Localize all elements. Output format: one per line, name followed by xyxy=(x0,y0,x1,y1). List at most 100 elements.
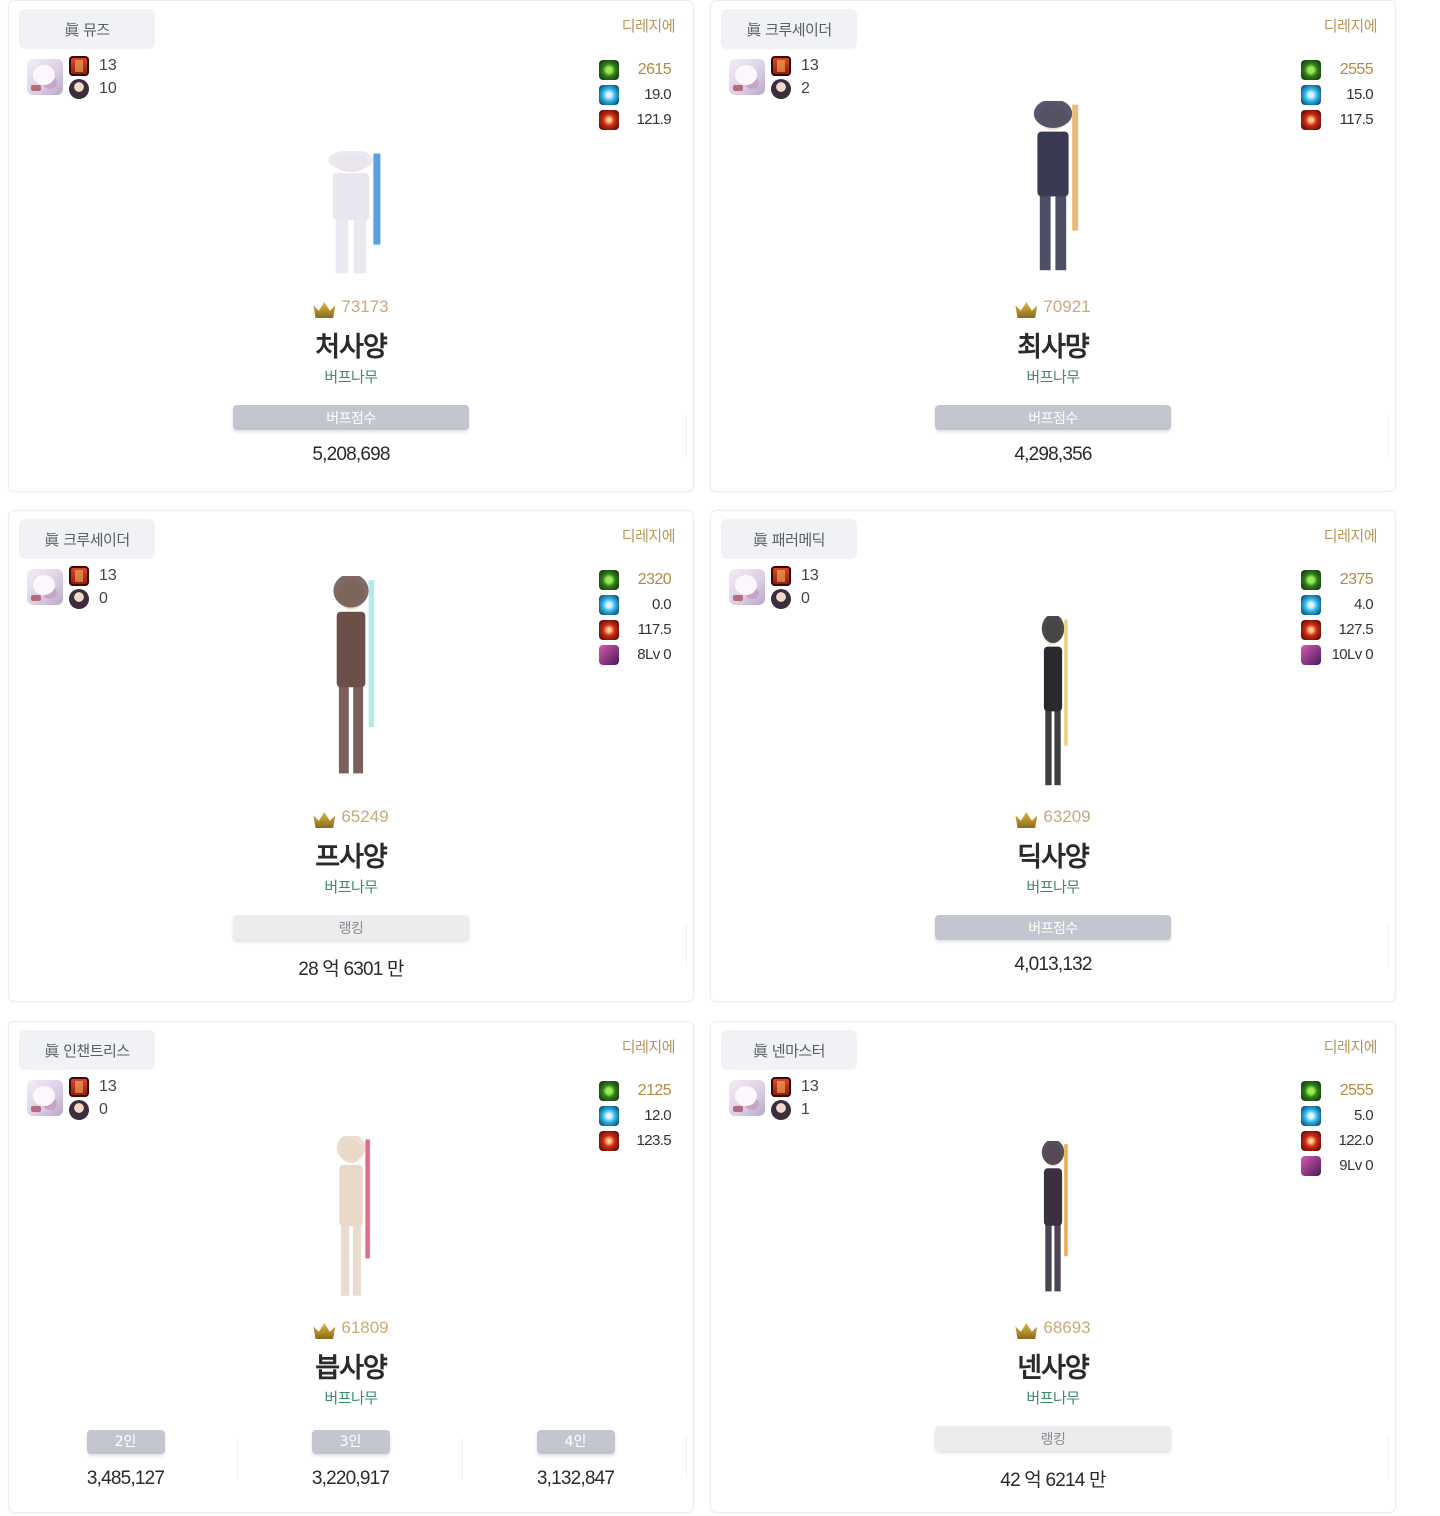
guild-name[interactable]: 버프나무 xyxy=(711,1387,1395,1408)
character-card[interactable]: 眞 인챈트리스 디레지에 13 0 2125 12.0 123.5 61809 븝사양 버프나무 2… xyxy=(8,1021,694,1513)
power-icon xyxy=(1301,109,1321,130)
stat-value: 19.0 xyxy=(644,86,671,103)
score-label[interactable]: 랭킹 xyxy=(935,1426,1171,1451)
gear-icon xyxy=(69,1077,89,1097)
divider xyxy=(686,1436,687,1478)
stat-value: 15.0 xyxy=(1346,86,1373,103)
power-icon xyxy=(1301,1130,1321,1151)
character-card[interactable]: 眞 뮤즈 디레지에 13 10 2615 19.0 121.9 73173 처사양 버프나무 버프점… xyxy=(8,0,694,492)
stat-row: 9Lv 0 xyxy=(1301,1153,1374,1178)
adventure-icon xyxy=(1301,569,1321,590)
stat-row: 122.0 xyxy=(1301,1128,1374,1153)
character-card[interactable]: 眞 넨마스터 디레지에 13 1 2555 5.0 122.0 9Lv 0 68693 넨사양 버프… xyxy=(710,1021,1396,1513)
stat-row: 121.9 xyxy=(599,107,672,132)
creature-row: 1 xyxy=(771,1100,825,1120)
skill-icon xyxy=(1301,594,1321,615)
character-name[interactable]: 프사양 xyxy=(9,835,693,874)
creature-row: 0 xyxy=(69,1100,123,1120)
server-name: 디레지에 xyxy=(621,1038,676,1056)
character-card[interactable]: 眞 패러메딕 디레지에 13 0 2375 4.0 127.5 10Lv 0 63209 딕사양 버… xyxy=(710,510,1396,1002)
party-size-tab[interactable]: 4인 xyxy=(536,1430,615,1454)
divider xyxy=(686,925,687,967)
stat-row: 2375 xyxy=(1301,567,1374,592)
avatar xyxy=(729,1080,765,1116)
stat-value: 10Lv 0 xyxy=(1331,646,1374,663)
stat-value: 2555 xyxy=(1339,60,1374,78)
fame-value: 61809 xyxy=(341,1318,389,1337)
character-grid: 眞 뮤즈 디레지에 13 10 2615 19.0 121.9 73173 처사양 버프나무 버프점… xyxy=(0,0,1440,1516)
fame-value: 65249 xyxy=(341,807,389,826)
fame-value: 70921 xyxy=(1043,297,1091,316)
fame-crown-icon xyxy=(1015,812,1038,828)
gear-level: 13 xyxy=(99,1078,117,1095)
character-card[interactable]: 眞 크루세이더 디레지에 13 2 2555 15.0 117.5 70921 최사먕 버프나무 버… xyxy=(710,0,1396,492)
creature-row: 2 xyxy=(771,79,825,99)
stat-row: 123.5 xyxy=(599,1128,672,1153)
gear-row: 13 xyxy=(771,566,825,586)
avatar xyxy=(27,569,63,605)
character-name[interactable]: 최사먕 xyxy=(711,325,1395,364)
guild-name[interactable]: 버프나무 xyxy=(9,876,693,897)
party-score-value: 3,132,847 xyxy=(536,1468,615,1489)
gear-icon xyxy=(69,56,89,76)
gear-row: 13 xyxy=(771,1077,825,1097)
stat-row: 117.5 xyxy=(599,617,672,642)
character-name[interactable]: 븝사양 xyxy=(9,1346,693,1385)
score-value: 28 억 6301 만 xyxy=(298,959,404,980)
stat-list: 2125 12.0 123.5 xyxy=(599,1078,672,1153)
skill-icon xyxy=(1301,84,1321,105)
adventure-icon xyxy=(599,569,619,590)
score-label[interactable]: 랭킹 xyxy=(233,915,469,940)
creature-icon xyxy=(69,1100,89,1120)
guild-name[interactable]: 버프나무 xyxy=(9,1387,693,1408)
stat-value: 9Lv 0 xyxy=(1339,1157,1373,1174)
adventure-icon xyxy=(599,59,619,80)
job-badge: 眞 패러메딕 xyxy=(721,519,857,559)
party-score: 3인 3,220,917 xyxy=(238,1430,463,1490)
guild-name[interactable]: 버프나무 xyxy=(9,366,693,387)
gear-level: 13 xyxy=(801,57,819,74)
gear-level: 13 xyxy=(801,1078,819,1095)
stat-row: 127.5 xyxy=(1301,617,1374,642)
gear-row: 13 xyxy=(69,566,123,586)
creature-icon xyxy=(771,589,791,609)
party-size-tab[interactable]: 2인 xyxy=(86,1430,165,1454)
score-label[interactable]: 버프점수 xyxy=(935,405,1171,430)
skill-icon xyxy=(599,84,619,105)
gear-row: 13 xyxy=(69,1077,123,1097)
guild-name[interactable]: 버프나무 xyxy=(711,366,1395,387)
score-label[interactable]: 버프점수 xyxy=(233,405,469,430)
fame-row: 68693 xyxy=(711,1318,1395,1339)
stat-value: 2555 xyxy=(1339,1081,1374,1099)
score-value: 42 억 6214 만 xyxy=(1000,1470,1106,1491)
party-size-tab[interactable]: 3인 xyxy=(311,1430,390,1454)
character-sprite xyxy=(328,151,381,274)
character-name[interactable]: 처사양 xyxy=(9,325,693,364)
creature-level: 0 xyxy=(99,1101,108,1118)
score-value: 4,298,356 xyxy=(1014,444,1092,465)
fame-row: 63209 xyxy=(711,807,1395,828)
score-label[interactable]: 버프점수 xyxy=(935,915,1171,940)
fame-crown-icon xyxy=(313,812,336,828)
stat-value: 0.0 xyxy=(651,596,672,613)
stat-row: 2555 xyxy=(1301,1078,1374,1103)
stat-value: 5.0 xyxy=(1353,1107,1374,1124)
guild-name[interactable]: 버프나무 xyxy=(711,876,1395,897)
creature-row: 10 xyxy=(69,79,123,99)
job-badge: 眞 크루세이더 xyxy=(721,9,857,49)
fame-value: 73173 xyxy=(341,297,389,316)
stat-value: 2375 xyxy=(1339,570,1374,588)
score-value: 5,208,698 xyxy=(312,444,390,465)
character-card[interactable]: 眞 크루세이더 디레지에 13 0 2320 0.0 117.5 8Lv 0 65249 프사양 버… xyxy=(8,510,694,1002)
fame-crown-icon xyxy=(313,1323,336,1339)
character-name[interactable]: 넨사양 xyxy=(711,1346,1395,1385)
fame-row: 70921 xyxy=(711,297,1395,318)
stat-value: 2320 xyxy=(637,570,672,588)
skill-icon xyxy=(1301,1105,1321,1126)
character-name[interactable]: 딕사양 xyxy=(711,835,1395,874)
power-icon xyxy=(599,1130,619,1151)
server-name: 디레지에 xyxy=(621,17,676,35)
fame-crown-icon xyxy=(1015,1323,1038,1339)
stat-value: 127.5 xyxy=(1338,621,1373,638)
stat-row: 12.0 xyxy=(599,1103,672,1128)
